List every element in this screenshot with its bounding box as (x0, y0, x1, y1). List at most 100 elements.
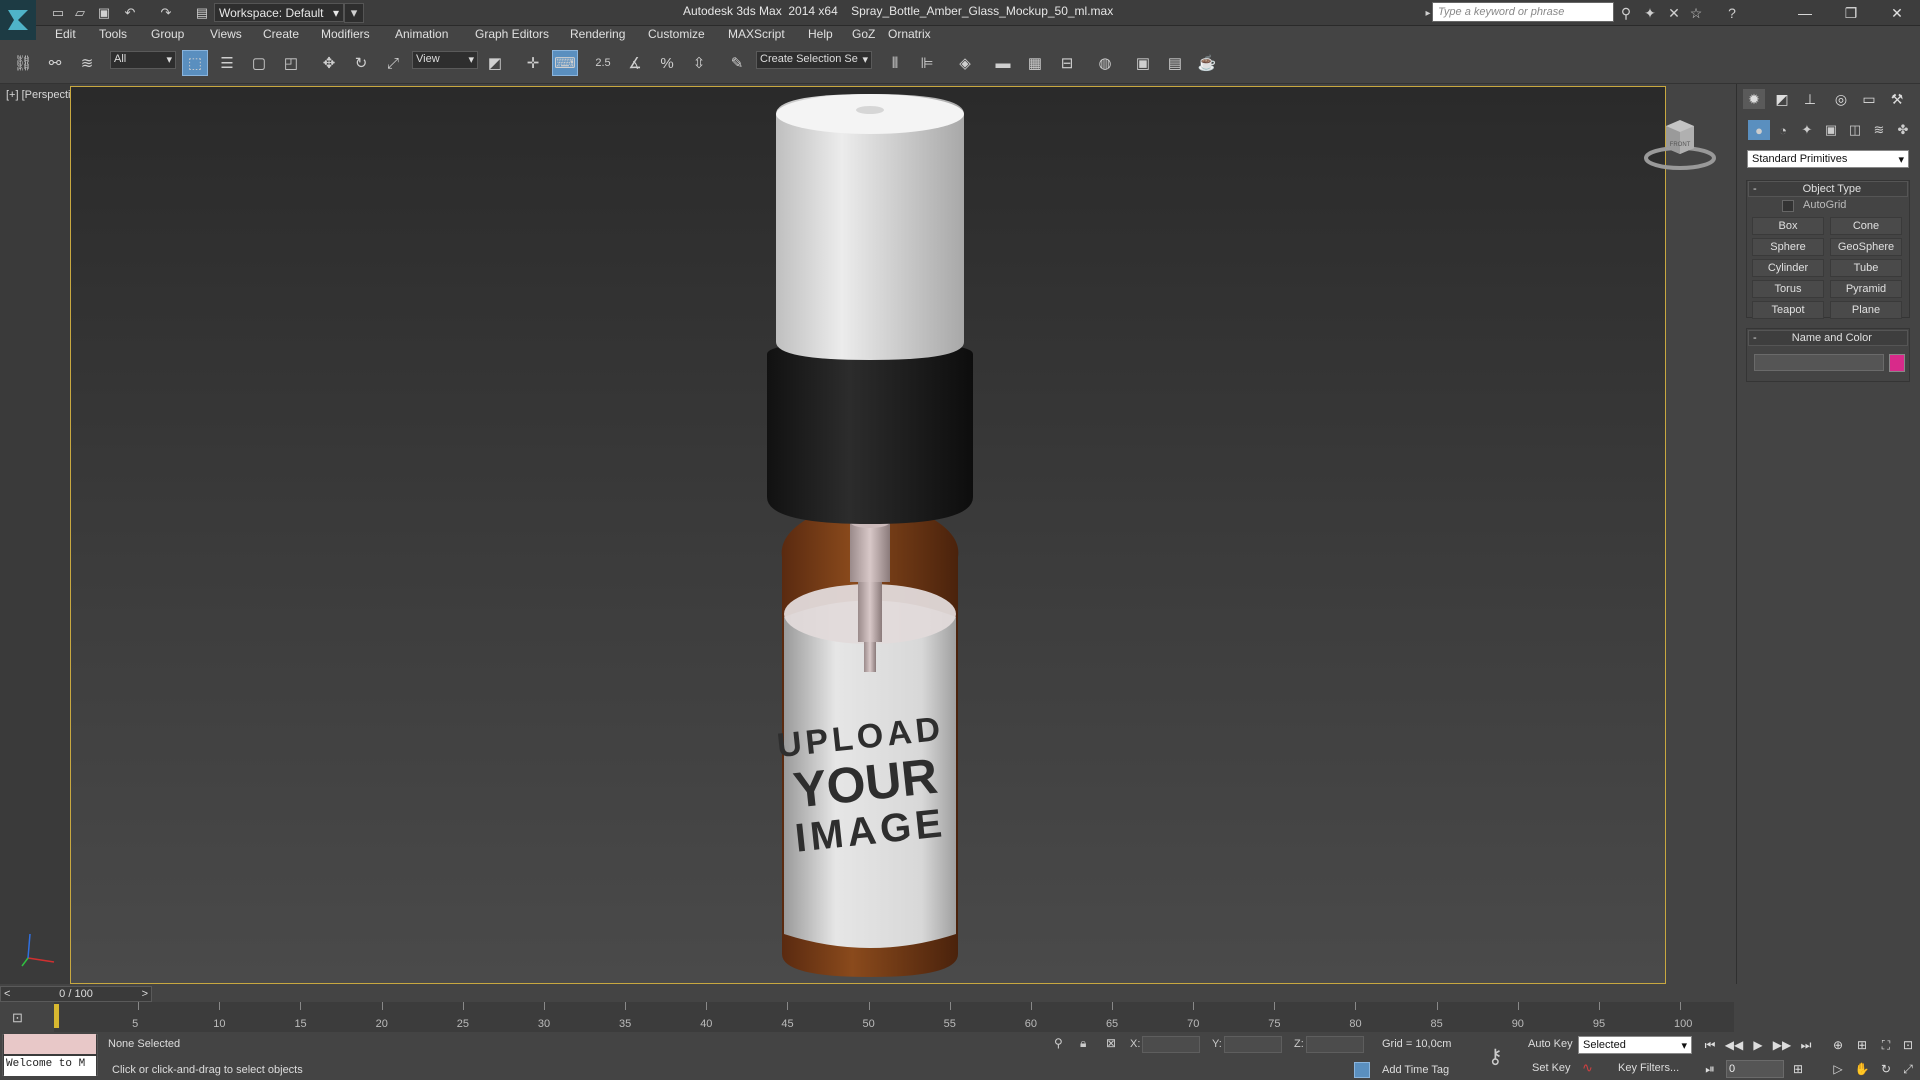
x-coordinate-field[interactable] (1142, 1036, 1200, 1053)
render-production-icon[interactable]: ☕ (1194, 50, 1220, 76)
communication-icon[interactable]: ✕ (1664, 3, 1684, 23)
project-folder-icon[interactable]: ▤ (192, 3, 212, 23)
torus-button[interactable]: Torus (1752, 280, 1824, 298)
time-cursor[interactable] (54, 1004, 59, 1028)
schematic-view-icon[interactable]: ⊟ (1054, 50, 1080, 76)
percent-snap-icon[interactable]: % (654, 50, 680, 76)
cone-button[interactable]: Cone (1830, 217, 1902, 235)
spinner-snap-icon[interactable]: ⇳ (686, 50, 712, 76)
help-icon[interactable]: ? (1722, 3, 1742, 23)
reference-coordinate-dropdown[interactable]: View ▾ (412, 51, 478, 69)
subscription-icon[interactable]: ✦ (1640, 3, 1660, 23)
link-icon[interactable]: ⛓ (10, 50, 36, 76)
cylinder-button[interactable]: Cylinder (1752, 259, 1824, 277)
default-tangent-icon[interactable]: ∿ (1582, 1060, 1593, 1076)
selection-filter-dropdown[interactable]: All ▾ (110, 51, 176, 69)
object-type-header[interactable]: - Object Type (1748, 181, 1908, 197)
graphite-ribbon-icon[interactable]: ▬ (990, 50, 1016, 76)
workspace-dropdown-arrow[interactable]: ▾ (344, 3, 364, 23)
minimize-button[interactable]: — (1782, 0, 1828, 26)
render-setup-icon[interactable]: ▣ (1130, 50, 1156, 76)
workspace-dropdown[interactable]: Workspace: Default ▾ (214, 3, 344, 22)
select-object-icon[interactable]: ⬚ (182, 50, 208, 76)
redo-icon[interactable]: ↷ (156, 3, 176, 23)
restore-button[interactable]: ❐ (1828, 0, 1874, 26)
space-warps-icon[interactable]: ≋ (1868, 120, 1890, 140)
mirror-icon[interactable]: ⫴ (882, 50, 908, 76)
select-manipulate-icon[interactable]: ✛ (520, 50, 546, 76)
menu-maxscript[interactable]: MAXScript (728, 27, 785, 41)
angle-snap-icon[interactable]: ∡ (622, 50, 648, 76)
unlink-icon[interactable]: ⚯ (42, 50, 68, 76)
edit-named-selection-icon[interactable]: ✎ (724, 50, 750, 76)
snaps-toggle-icon[interactable]: 2.5 (590, 50, 616, 76)
menu-ornatrix[interactable]: Ornatrix (888, 27, 931, 41)
scale-icon[interactable]: ⤢ (380, 50, 406, 76)
material-editor-icon[interactable]: ◍ (1092, 50, 1118, 76)
pan-view-icon[interactable]: ✋ (1852, 1060, 1872, 1078)
time-slider[interactable]: <0 / 100 > (0, 986, 152, 1002)
menu-customize[interactable]: Customize (648, 27, 705, 41)
selection-lock-icon[interactable]: 🔒︎ (1080, 1036, 1086, 1051)
new-file-icon[interactable]: ▭ (48, 3, 68, 23)
menu-animation[interactable]: Animation (395, 27, 448, 41)
time-prev-icon[interactable]: < (1, 987, 10, 1001)
key-filters-button[interactable]: Key Filters... (1618, 1062, 1679, 1074)
cameras-icon[interactable]: ▣ (1820, 120, 1842, 140)
previous-frame-icon[interactable]: ◀◀ (1724, 1036, 1744, 1054)
close-button[interactable]: ✕ (1874, 0, 1920, 26)
rendered-frame-window-icon[interactable]: ▤ (1162, 50, 1188, 76)
maxscript-input[interactable] (4, 1034, 96, 1054)
bind-space-warp-icon[interactable]: ≋ (74, 50, 100, 76)
key-mode-dropdown[interactable]: Selected ▾ (1578, 1036, 1692, 1054)
field-of-view-icon[interactable]: ▷ (1828, 1060, 1848, 1078)
curve-editor-icon[interactable]: ▦ (1022, 50, 1048, 76)
current-frame-field[interactable]: 0 (1726, 1060, 1784, 1078)
favorites-star-icon[interactable]: ☆ (1686, 3, 1706, 23)
menu-help[interactable]: Help (808, 27, 833, 41)
time-configuration-icon[interactable]: ⊞ (1788, 1060, 1808, 1078)
menu-edit[interactable]: Edit (55, 27, 76, 41)
object-color-swatch[interactable] (1889, 354, 1905, 372)
zoom-all-icon[interactable]: ⊞ (1852, 1036, 1872, 1054)
viewcube-icon[interactable]: FRONT (1640, 116, 1720, 176)
auto-key-button[interactable]: Auto Key (1528, 1038, 1573, 1050)
display-tab-icon[interactable]: ▭ (1858, 89, 1880, 109)
window-crossing-icon[interactable]: ◰ (278, 50, 304, 76)
set-key-button[interactable]: Set Key (1532, 1062, 1571, 1074)
add-time-tag[interactable]: Add Time Tag (1382, 1064, 1449, 1076)
move-icon[interactable]: ✥ (316, 50, 342, 76)
menu-views[interactable]: Views (210, 27, 242, 41)
menu-rendering[interactable]: Rendering (570, 27, 625, 41)
zoom-extents-icon[interactable]: ⛶ (1876, 1036, 1896, 1054)
geosphere-button[interactable]: GeoSphere (1830, 238, 1902, 256)
teapot-button[interactable]: Teapot (1752, 301, 1824, 319)
object-name-field[interactable] (1754, 354, 1884, 371)
sphere-button[interactable]: Sphere (1752, 238, 1824, 256)
set-key-mode-key-icon[interactable]: ⚷ (1488, 1044, 1503, 1069)
modify-tab-icon[interactable]: ◩ (1771, 89, 1793, 109)
pivot-center-icon[interactable]: ◩ (482, 50, 508, 76)
maxscript-output[interactable]: Welcome to M (4, 1056, 96, 1076)
menu-create[interactable]: Create (263, 27, 299, 41)
primitive-category-dropdown[interactable]: Standard Primitives ▾ (1747, 150, 1909, 168)
open-file-icon[interactable]: ▱ (70, 3, 90, 23)
shapes-icon[interactable]: ◔ (1772, 120, 1794, 140)
menu-graph-editors[interactable]: Graph Editors (475, 27, 549, 41)
time-tag-icon[interactable] (1354, 1062, 1370, 1078)
go-to-end-icon[interactable]: ⏭ (1796, 1036, 1816, 1054)
select-by-name-icon[interactable]: ☰ (214, 50, 240, 76)
helpers-icon[interactable]: ◫ (1844, 120, 1866, 140)
zoom-icon[interactable]: ⊕ (1828, 1036, 1848, 1054)
tube-button[interactable]: Tube (1830, 259, 1902, 277)
zoom-extents-all-icon[interactable]: ⊡ (1898, 1036, 1918, 1054)
play-icon[interactable]: ▶ (1748, 1036, 1768, 1054)
track-bar-menu-icon[interactable]: ⊡ (12, 1010, 32, 1028)
lights-icon[interactable]: ✦ (1796, 120, 1818, 140)
next-frame-icon[interactable]: ▶▶ (1772, 1036, 1792, 1054)
isolate-selection-icon[interactable]: ⚲ (1054, 1036, 1063, 1050)
y-coordinate-field[interactable] (1224, 1036, 1282, 1053)
menu-group[interactable]: Group (151, 27, 184, 41)
key-mode-toggle-icon[interactable]: ⏯ (1700, 1060, 1720, 1078)
menu-modifiers[interactable]: Modifiers (321, 27, 370, 41)
